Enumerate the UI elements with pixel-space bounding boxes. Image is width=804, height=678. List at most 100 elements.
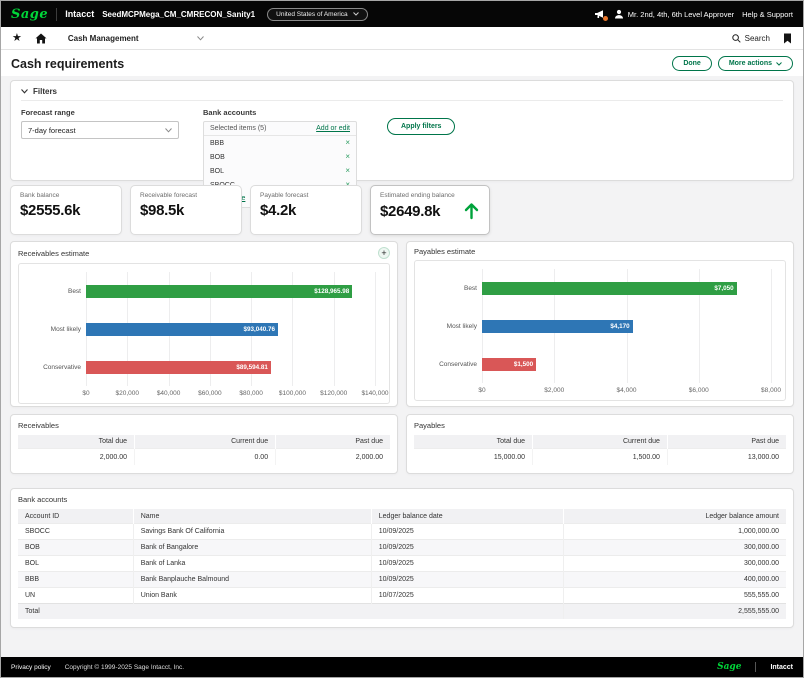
kpi-label: Estimated ending balance — [380, 192, 480, 199]
kpi-label: Bank balance — [20, 192, 112, 199]
bookmark-icon[interactable] — [783, 33, 792, 44]
cell: Union Bank — [133, 588, 371, 604]
header-row: Total dueCurrent duePast due — [18, 435, 390, 449]
privacy-policy-link[interactable]: Privacy policy — [11, 664, 51, 671]
kpi-value: $2555.6k — [20, 202, 112, 219]
selected-account-item: BOB× — [204, 150, 356, 164]
table-row: BBBBank Banplauche Balmound10/09/2025400… — [18, 572, 786, 588]
apply-filters-label: Apply filters — [401, 123, 441, 130]
favorites-star-icon[interactable]: ★ — [12, 33, 22, 44]
bar-track: $4,170 — [482, 320, 771, 333]
cell: 2,000.00 — [276, 449, 390, 466]
remove-item-icon[interactable]: × — [345, 167, 350, 175]
axis-tick-label: $80,000 — [239, 390, 263, 397]
table-header: Account IDNameLedger balance dateLedger … — [18, 509, 786, 524]
chevron-down-icon — [21, 89, 28, 94]
cell: 10/09/2025 — [371, 556, 563, 572]
bar-category-label: Conservative — [25, 364, 86, 371]
copyright-text: Copyright © 1999-2025 Sage Intacct, Inc. — [65, 664, 184, 671]
top-bar: Sage Intacct SeedMCPMega_CM_CMRECON_Sani… — [1, 1, 803, 27]
receivables-table-panel: Receivables Total dueCurrent duePast due… — [10, 414, 398, 474]
remove-item-icon[interactable]: × — [345, 153, 350, 161]
column-header: Current due — [135, 435, 276, 449]
account-name: BBB — [210, 140, 224, 147]
bar-most-likely[interactable]: $93,040.76 — [86, 323, 278, 336]
axis-tick-label: $40,000 — [157, 390, 181, 397]
payables-table-panel: Payables Total dueCurrent duePast due15,… — [406, 414, 794, 474]
axis-tick-label: $2,000 — [544, 387, 564, 394]
divider — [56, 8, 57, 21]
kpi-label: Receivable forecast — [140, 192, 232, 199]
search-button[interactable]: Search — [732, 34, 770, 43]
table-row: UNUnion Bank10/07/2025555,555.00 — [18, 588, 786, 604]
chart-expand-button[interactable]: + — [378, 247, 390, 259]
table-row: BOBBank of Bangalore10/09/2025300,000.00 — [18, 540, 786, 556]
cell: 1,000,000.00 — [563, 524, 786, 540]
chevron-down-icon — [776, 62, 782, 66]
module-label: Cash Management — [68, 34, 139, 43]
filters-toggle[interactable]: Filters — [21, 87, 783, 101]
home-icon[interactable] — [35, 33, 47, 44]
axis-tick-label: $0 — [82, 390, 89, 397]
table-header: Total dueCurrent duePast due — [414, 435, 786, 449]
cell: 555,555.00 — [563, 588, 786, 604]
module-dropdown[interactable]: Cash Management — [68, 34, 204, 43]
chart-plot-area: Best$128,965.98 Most likely$93,040.76 Cons… — [25, 272, 375, 386]
bank-accounts-table: Account IDNameLedger balance dateLedger … — [18, 509, 786, 619]
axis-tick-label: $0 — [478, 387, 485, 394]
apply-filters-button[interactable]: Apply filters — [387, 118, 455, 135]
footer: Privacy policy Copyright © 1999-2025 Sag… — [1, 657, 803, 677]
main-content: Filters Forecast range 7-day forecast Ba… — [1, 76, 803, 657]
forecast-range-select[interactable]: 7-day forecast — [21, 121, 179, 139]
cell: BBB — [18, 572, 133, 588]
company-name: SeedMCPMega_CM_CMRECON_Sanity1 — [102, 10, 255, 19]
selected-items-list: BBB×BOB×BOL×SBOCC× — [204, 136, 356, 192]
help-support-link[interactable]: Help & Support — [742, 10, 793, 19]
plus-icon: + — [381, 248, 386, 258]
axis-tick-label: $140,000 — [361, 390, 388, 397]
done-button[interactable]: Done — [672, 56, 712, 71]
receivables-estimate-panel: Receivables estimate + Best$128,965.98Mo… — [10, 241, 398, 407]
bar-row: Best$128,965.98 — [25, 285, 375, 298]
bar-row: Most likely$93,040.76 — [25, 323, 375, 336]
bar-best[interactable]: $7,050 — [482, 282, 737, 295]
bar-conservative[interactable]: $89,594.81 — [86, 361, 271, 374]
add-or-edit-link[interactable]: Add or edit — [316, 125, 350, 132]
announcements-button[interactable] — [594, 9, 606, 20]
column-header: Past due — [667, 435, 786, 449]
receivables-chart: Best$128,965.98 Most likely$93,040.76 Cons… — [18, 263, 390, 404]
cell: 300,000.00 — [563, 556, 786, 572]
product-name: Intacct — [770, 664, 793, 671]
bar-value-label: $89,594.81 — [236, 364, 268, 371]
due-tables-row: Receivables Total dueCurrent duePast due… — [10, 414, 794, 474]
title-bar: Cash requirements Done More actions — [1, 50, 803, 77]
product-name: Intacct — [65, 9, 94, 19]
cell: 300,000.00 — [563, 540, 786, 556]
gridline — [771, 269, 772, 383]
kpi-bank-balance: Bank balance $2555.6k — [10, 185, 122, 235]
cell: 13,000.00 — [667, 449, 786, 466]
bar-conservative[interactable]: $1,500 — [482, 358, 536, 371]
bar-best[interactable]: $128,965.98 — [86, 285, 352, 298]
bar-most-likely[interactable]: $4,170 — [482, 320, 633, 333]
kpi-label: Payable forecast — [260, 192, 352, 199]
sage-logo: Sage — [11, 7, 48, 22]
cell: 10/09/2025 — [371, 572, 563, 588]
entity-selector[interactable]: United States of America — [267, 8, 368, 21]
kpi-receivable-forecast: Receivable forecast $98.5k — [130, 185, 242, 235]
bar-track: $7,050 — [482, 282, 771, 295]
user-icon — [614, 9, 624, 19]
kpi-value: $4.2k — [260, 202, 352, 219]
table-title: Receivables — [18, 421, 390, 430]
user-menu[interactable]: Mr. 2nd, 4th, 6th Level Approver — [614, 9, 734, 19]
chart-plot-area: Best$7,050Most likely$4,170Conservative$… — [421, 269, 771, 383]
total-label: Total — [18, 604, 563, 620]
gridline — [375, 272, 376, 386]
axis-tick-label: $20,000 — [116, 390, 140, 397]
bar-track: $93,040.76 — [86, 323, 375, 336]
remove-item-icon[interactable]: × — [345, 139, 350, 147]
cell: 1,500.00 — [533, 449, 668, 466]
forecast-range-label: Forecast range — [21, 108, 179, 117]
table-row: 2,000.000.002,000.00 — [18, 449, 390, 466]
more-actions-button[interactable]: More actions — [718, 56, 793, 71]
